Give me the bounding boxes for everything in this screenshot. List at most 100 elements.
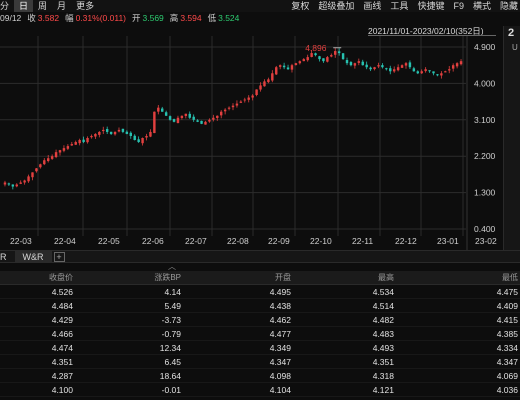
tab-more[interactable]: 更多 — [71, 0, 99, 12]
table-row[interactable]: 4.474 12.34 4.349 4.493 4.334 — [0, 341, 520, 355]
candle-body — [192, 116, 195, 120]
table-header: 收盘价 涨跌BP 开盘 最高 最低 — [0, 271, 520, 285]
tools-button[interactable]: 工具 — [390, 0, 408, 12]
x-tick-label: 23-02 — [475, 236, 497, 246]
candle-body — [180, 115, 184, 119]
candle-body — [247, 97, 250, 100]
header-close[interactable]: 收盘价 — [0, 271, 75, 284]
candle-body — [306, 57, 309, 61]
candle-body — [310, 53, 313, 57]
x-axis: 22-03 22-04 22-05 22-06 22-07 22-08 22-09 22-10… — [0, 235, 503, 249]
y-tick-label: 0.400 — [474, 224, 496, 234]
candle-body — [451, 65, 455, 69]
table-row[interactable]: 4.526 4.14 4.495 4.534 4.475 — [0, 285, 520, 299]
table-cell: 4.318 — [372, 371, 394, 381]
table-cell: 4.484 — [51, 301, 73, 311]
table-cell: 4.438 — [269, 301, 291, 311]
x-tick-label: 22-03 — [10, 236, 32, 246]
candle-body — [11, 184, 15, 187]
table-cell: 4.534 — [372, 287, 394, 297]
candle-body — [15, 184, 18, 187]
indicator-tabs: R W&R + — [0, 250, 520, 263]
table-cell: 4.466 — [51, 329, 73, 339]
candle-body — [404, 63, 408, 66]
draw-line-button[interactable]: 画线 — [363, 0, 381, 12]
candle-body — [365, 64, 368, 68]
hide-button[interactable]: 隐藏 — [500, 0, 518, 12]
candle-body — [117, 129, 121, 132]
candle-body — [109, 131, 113, 134]
candle-body — [326, 57, 329, 62]
candlestick-chart[interactable]: 4.900 4.000 3.100 2.200 1.300 0.400 4.896 — [0, 36, 503, 251]
table-cell: 4.493 — [372, 343, 394, 353]
candle-body — [275, 67, 278, 75]
header-open[interactable]: 开盘 — [183, 271, 293, 284]
close-label: 收 — [27, 13, 36, 23]
tab-day[interactable]: 日 — [14, 0, 34, 12]
header-change-bp[interactable]: 涨跌BP — [75, 271, 183, 284]
candle-body — [35, 168, 38, 172]
y-tick-label: 1.300 — [474, 188, 496, 198]
candle-body — [23, 180, 26, 183]
candle-body — [196, 120, 199, 122]
candle-body — [113, 131, 117, 135]
candle-body — [145, 135, 148, 138]
candle-body — [90, 135, 93, 138]
candle-body — [223, 109, 227, 112]
candle-body — [200, 120, 203, 124]
table-cell: 4.409 — [496, 301, 518, 311]
collapse-handle[interactable]: ︿ — [160, 263, 184, 271]
tab-wr[interactable]: W&R — [14, 250, 52, 263]
layout-button[interactable]: 横式 — [473, 0, 491, 12]
table-cell: -0.01 — [161, 385, 181, 395]
candle-body — [263, 81, 266, 87]
candle-body — [39, 164, 42, 168]
tab-month[interactable]: 月 — [52, 0, 71, 12]
close-value: 3.582 — [37, 13, 60, 23]
table-row[interactable]: 4.351 6.45 4.347 4.351 4.347 — [0, 355, 520, 369]
table-row[interactable]: 4.287 18.64 4.098 4.318 4.069 — [0, 369, 520, 383]
candle-body — [98, 131, 101, 135]
overlay-button[interactable]: 超级叠加 — [318, 0, 354, 12]
candle-body — [345, 60, 349, 64]
candle-body — [259, 85, 262, 90]
side-panel-digit: 2 — [508, 27, 515, 39]
table-cell: 4.287 — [51, 371, 73, 381]
x-tick-label: 22-10 — [310, 236, 332, 246]
table-cell: 4.526 — [51, 287, 73, 297]
table-row[interactable]: 4.100 -0.01 4.104 4.121 4.036 — [0, 383, 520, 397]
candle-body — [428, 70, 431, 72]
candle-body — [204, 121, 207, 125]
adjust-button[interactable]: 复权 — [291, 0, 309, 12]
table-row[interactable]: 4.429 -3.73 4.462 4.482 4.415 — [0, 313, 520, 327]
side-panel-edge[interactable]: 2 U — [503, 26, 520, 251]
x-tick-label: 22-11 — [352, 236, 374, 246]
tab-minute[interactable]: 分 — [0, 0, 14, 12]
table-cell: 4.477 — [269, 329, 291, 339]
candle-body — [125, 131, 129, 134]
add-tab-button[interactable]: + — [53, 251, 65, 262]
y-tick-label: 4.900 — [474, 42, 496, 52]
table-body: 4.526 4.14 4.495 4.534 4.475 4.484 5.49 4.438 4.… — [0, 285, 520, 400]
table-row[interactable]: 4.466 -0.79 4.477 4.483 4.385 — [0, 327, 520, 341]
x-tick-label: 22-08 — [227, 236, 249, 246]
table-cell: -0.79 — [161, 329, 181, 339]
tab-r[interactable]: R — [0, 251, 15, 263]
candle-body — [46, 158, 50, 162]
shortcut-button[interactable]: 快捷键 — [417, 0, 444, 12]
candle-body — [121, 128, 125, 132]
candle-body — [448, 69, 451, 71]
table-cell: 4.349 — [269, 343, 291, 353]
tab-week[interactable]: 周 — [33, 0, 52, 12]
candle-body — [176, 117, 180, 124]
candle-body — [298, 61, 302, 64]
header-high[interactable]: 最高 — [293, 271, 396, 284]
candle-body — [243, 99, 247, 101]
candle-body — [361, 61, 364, 66]
low-value: 3.524 — [218, 13, 240, 23]
table-cell: 4.14 — [164, 287, 181, 297]
header-low[interactable]: 最低 — [396, 271, 520, 284]
f9-button[interactable]: F9 — [453, 0, 464, 12]
table-row[interactable]: 4.484 5.49 4.438 4.514 4.409 — [0, 299, 520, 313]
candle-body — [212, 117, 215, 120]
